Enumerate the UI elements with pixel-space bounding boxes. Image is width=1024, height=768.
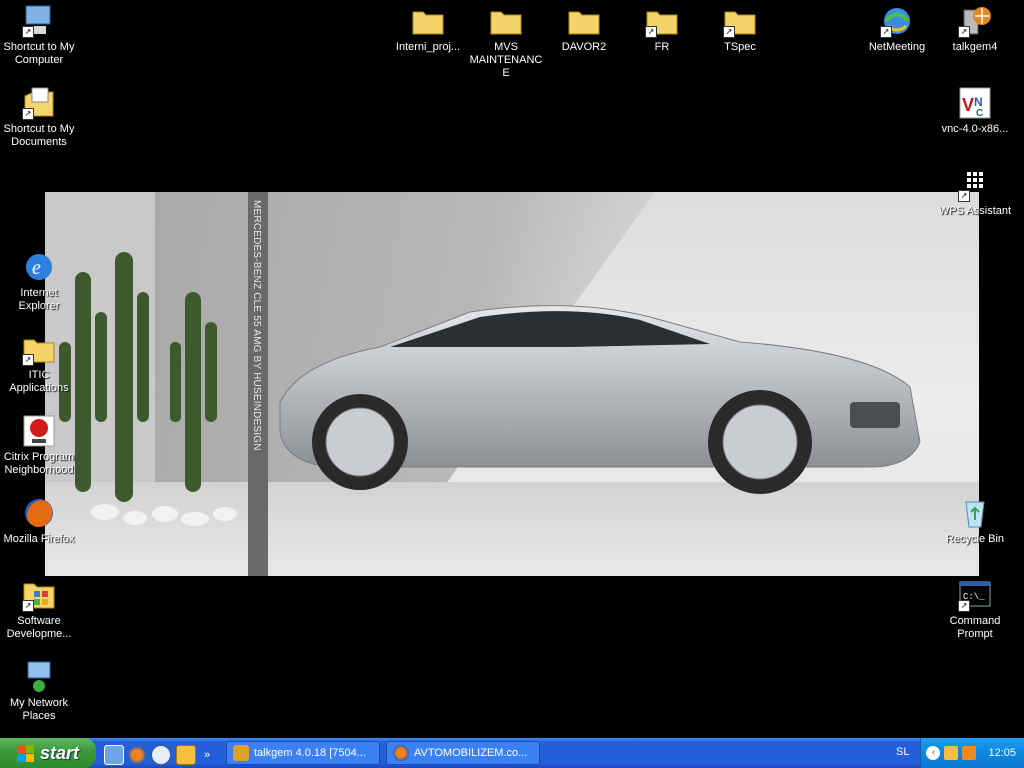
car-image <box>279 305 921 494</box>
icon-label: Shortcut to My Documents <box>3 123 75 148</box>
desktop-icon-vnc[interactable]: VNC vnc-4.0-x86... <box>936 86 1014 136</box>
system-tray: ‹ 12:05 <box>920 738 1024 768</box>
folder-icon <box>411 4 445 38</box>
desktop-icon-recycle-bin[interactable]: Recycle Bin <box>936 496 1014 546</box>
shortcut-arrow-icon: ↗ <box>880 26 892 38</box>
icon-label: TSpec <box>724 41 756 53</box>
folder-icon: ↗ <box>723 4 757 38</box>
quick-launch: » <box>104 744 210 766</box>
desktop-icon-my-documents[interactable]: ↗ Shortcut to My Documents <box>0 86 78 149</box>
shortcut-arrow-icon: ↗ <box>22 600 34 612</box>
start-label: start <box>39 742 79 763</box>
folder-icon: ↗ <box>645 4 679 38</box>
icon-label: DAVOR2 <box>561 41 607 53</box>
talkgem-icon: ↗ <box>958 4 992 38</box>
task-label: AVTOMOBILIZEM.co... <box>414 747 528 759</box>
desktop-icon-fr[interactable]: ↗ FR <box>623 4 701 54</box>
network-places-icon <box>22 660 56 694</box>
task-button-talkgem[interactable]: talkgem 4.0.18 [7504... <box>226 741 380 765</box>
my-documents-icon: ↗ <box>22 86 56 120</box>
icon-label: Shortcut to My Computer <box>3 41 75 66</box>
software-dev-icon: ↗ <box>22 578 56 612</box>
command-prompt-icon: C:\_ ↗ <box>958 578 992 612</box>
quick-launch-overflow-button[interactable]: » <box>204 749 210 761</box>
shortcut-arrow-icon: ↗ <box>958 26 970 38</box>
shortcut-arrow-icon: ↗ <box>22 26 34 38</box>
desktop-icon-my-network-places[interactable]: My Network Places <box>0 660 78 723</box>
icon-label: FR <box>654 41 670 53</box>
desktop-icon-interni-proj[interactable]: Interni_proj... <box>389 4 467 54</box>
shortcut-arrow-icon: ↗ <box>22 354 34 366</box>
netmeeting-icon: ↗ <box>880 4 914 38</box>
svg-text:N: N <box>974 95 983 109</box>
icon-label: Software Developme... <box>6 615 72 640</box>
folder-icon <box>489 4 523 38</box>
icon-label: NetMeeting <box>868 41 926 53</box>
wallpaper-caption: MERCEDES-BENZ CLE 55 AMG BY HUSEINDESIGN <box>251 200 262 451</box>
language-indicator[interactable]: SL <box>896 746 909 758</box>
taskbar: start » talkgem 4.0.18 [7504... AVTOMOBI… <box>0 738 1024 768</box>
icon-label: ITIC Applications <box>9 369 69 394</box>
my-computer-icon: ↗ <box>22 4 56 38</box>
shortcut-arrow-icon: ↗ <box>22 108 34 120</box>
firefox-icon <box>393 745 409 761</box>
firefox-icon[interactable] <box>128 746 146 764</box>
svg-text:e: e <box>32 257 41 279</box>
shortcut-arrow-icon: ↗ <box>645 26 657 38</box>
desktop-wallpaper: MERCEDES-BENZ CLE 55 AMG BY HUSEINDESIGN <box>45 192 979 576</box>
desktop-icon-internet-explorer[interactable]: e Internet Explorer <box>0 250 78 313</box>
folder-icon: ↗ <box>22 332 56 366</box>
task-button-firefox[interactable]: AVTOMOBILIZEM.co... <box>386 741 540 765</box>
icon-label: Internet Explorer <box>18 287 60 312</box>
media-player-icon[interactable] <box>150 744 172 766</box>
shortcut-arrow-icon: ↗ <box>723 26 735 38</box>
icon-label: MVS MAINTENANCE <box>469 41 543 79</box>
desktop-icon-firefox[interactable]: Mozilla Firefox <box>0 496 78 546</box>
desktop-icon-davor2[interactable]: DAVOR2 <box>545 4 623 54</box>
desktop-icon-talkgem4[interactable]: ↗ talkgem4 <box>936 4 1014 54</box>
recycle-bin-icon <box>958 496 992 530</box>
icon-label: Interni_proj... <box>395 41 461 53</box>
desktop-icon-itic-applications[interactable]: ↗ ITIC Applications <box>0 332 78 395</box>
icon-label: talkgem4 <box>952 41 998 53</box>
desktop-icon-my-computer[interactable]: ↗ Shortcut to My Computer <box>0 4 78 67</box>
citrix-icon <box>22 414 56 448</box>
task-label: talkgem 4.0.18 [7504... <box>254 747 366 759</box>
desktop-icon-wps-assistant[interactable]: ↗ WPS Assistant <box>936 168 1014 218</box>
talkgem-icon <box>233 745 249 761</box>
clock[interactable]: 12:05 <box>988 747 1016 759</box>
desktop-icon-mvs-maintenance[interactable]: MVS MAINTENANCE <box>467 4 545 80</box>
icon-label: Command Prompt <box>949 615 1001 640</box>
svg-text:C: C <box>976 108 983 119</box>
tray-app-icon[interactable] <box>944 746 959 760</box>
wps-icon: ↗ <box>958 168 992 202</box>
icon-label: vnc-4.0-x86... <box>941 123 1009 135</box>
vnc-icon: VNC <box>958 86 992 120</box>
tray-clock-app-icon[interactable] <box>962 746 977 760</box>
shortcut-arrow-icon: ↗ <box>958 190 970 202</box>
icon-label: Recycle Bin <box>945 533 1005 545</box>
desktop-icon-tspec[interactable]: ↗ TSpec <box>701 4 779 54</box>
firefox-icon <box>22 496 56 530</box>
windows-logo-icon <box>16 744 34 762</box>
desktop-icon[interactable] <box>104 745 124 765</box>
shortcut-arrow-icon: ↗ <box>958 600 970 612</box>
desktop-icon-citrix[interactable]: Citrix Program Neighborhood <box>0 414 78 477</box>
icon-label: Mozilla Firefox <box>3 533 75 545</box>
start-button[interactable]: start <box>0 738 96 768</box>
clock-icon[interactable] <box>176 745 196 765</box>
svg-text:V: V <box>962 95 974 115</box>
folder-icon <box>567 4 601 38</box>
internet-explorer-icon: e <box>22 250 56 284</box>
tray-expand-icon[interactable]: ‹ <box>926 746 941 760</box>
icon-label: Citrix Program Neighborhood <box>3 451 75 476</box>
desktop-icon-netmeeting[interactable]: ↗ NetMeeting <box>858 4 936 54</box>
desktop-icon-command-prompt[interactable]: C:\_ ↗ Command Prompt <box>936 578 1014 641</box>
icon-label: WPS Assistant <box>938 205 1012 217</box>
icon-label: My Network Places <box>9 697 69 722</box>
desktop-icon-software-development[interactable]: ↗ Software Developme... <box>0 578 78 641</box>
